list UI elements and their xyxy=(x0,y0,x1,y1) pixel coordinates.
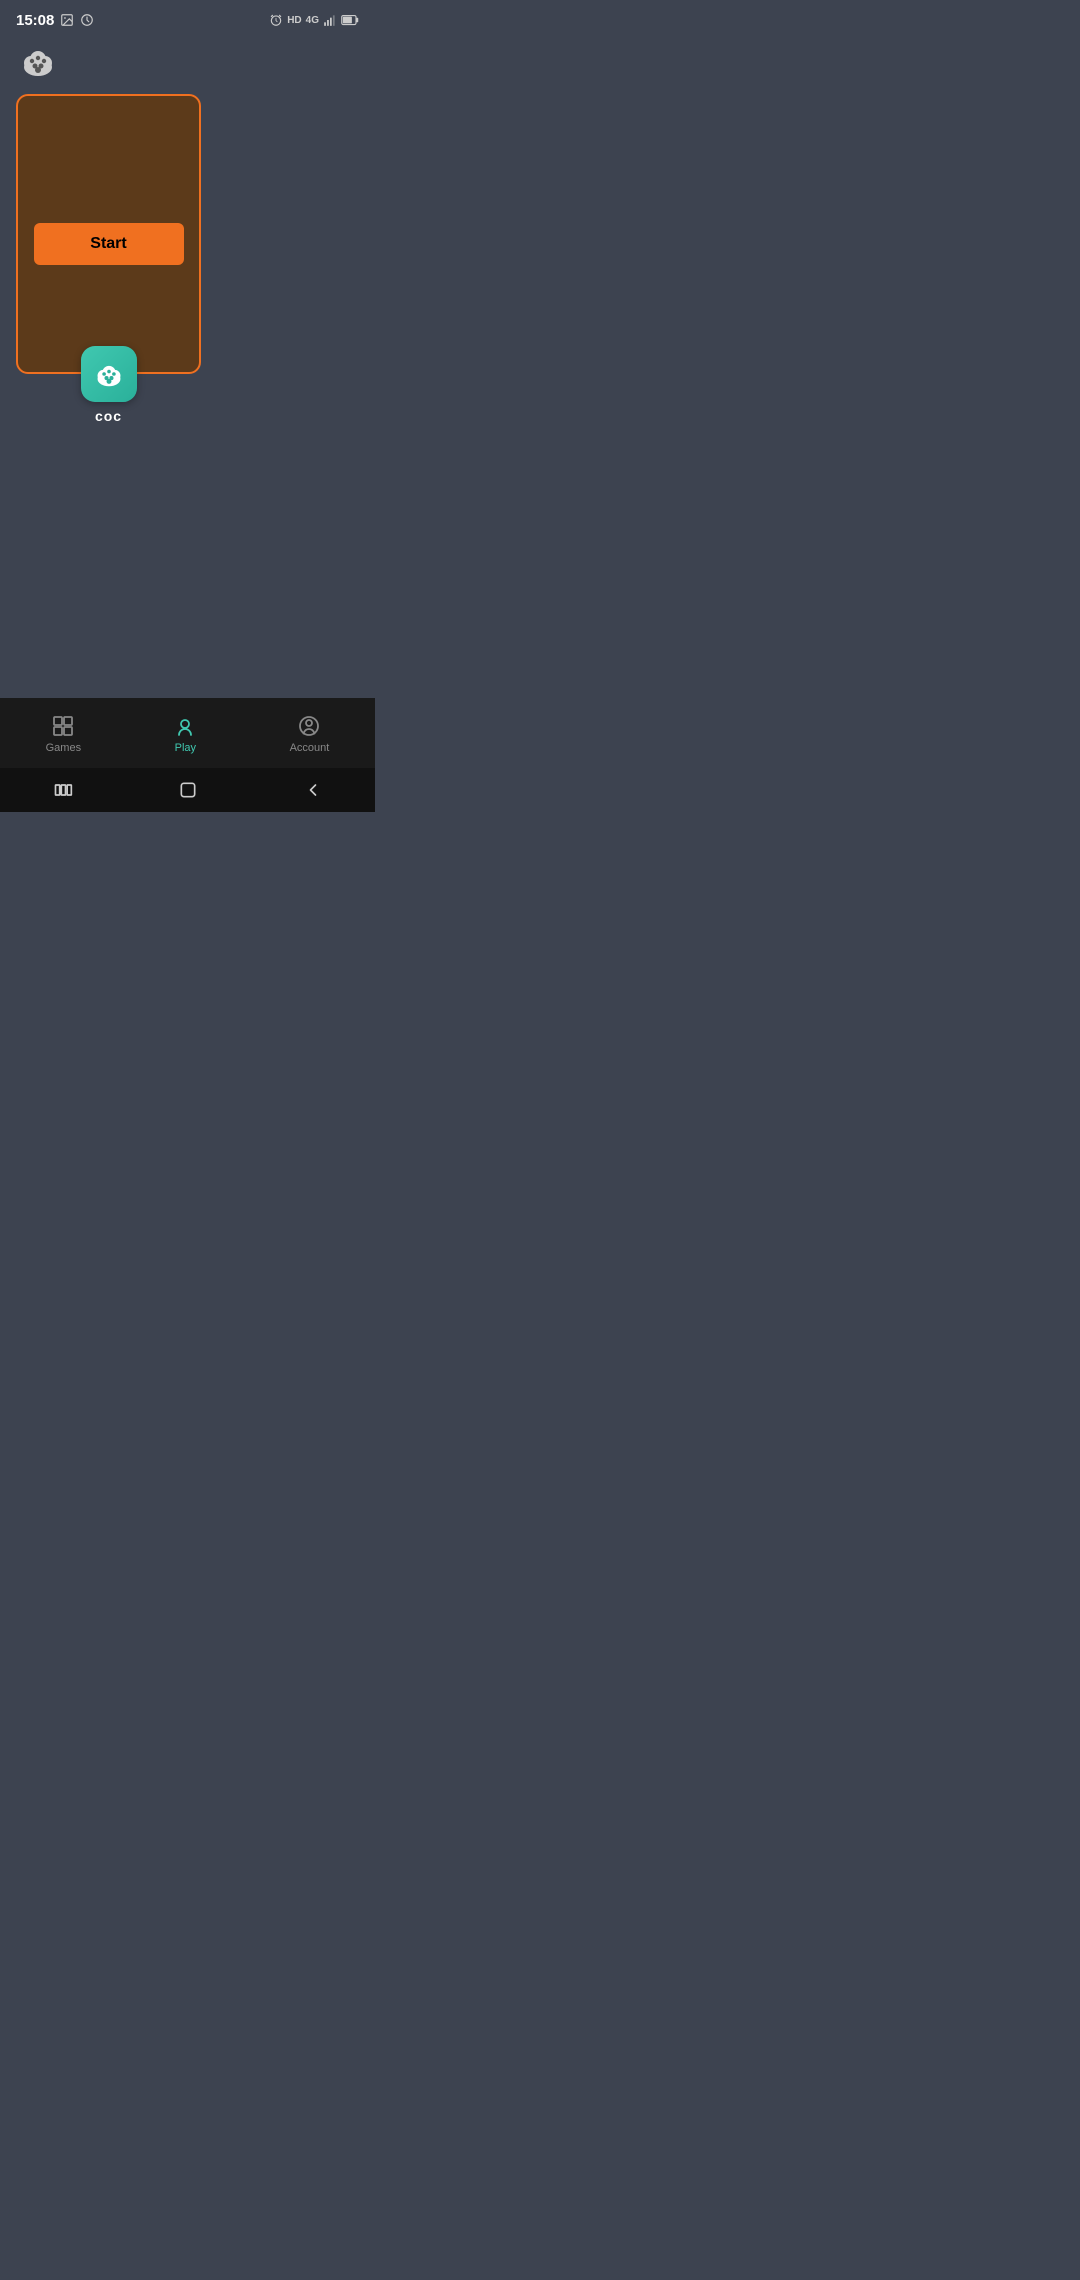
status-left: 15:08 xyxy=(16,12,94,29)
games-label: Games xyxy=(46,742,81,754)
battery-icon xyxy=(341,14,359,26)
app-logo-area xyxy=(0,36,375,86)
main-content: Start coc xyxy=(0,86,375,698)
4g-badge: 4G xyxy=(306,15,319,26)
play-icon xyxy=(172,713,198,739)
android-nav xyxy=(0,768,375,812)
recents-button[interactable] xyxy=(43,774,83,806)
nav-item-play[interactable]: Play xyxy=(156,707,214,760)
play-label: Play xyxy=(175,742,196,754)
game-card: Start xyxy=(16,94,201,374)
history-icon xyxy=(80,13,94,27)
account-label: Account xyxy=(290,742,330,754)
status-time: 15:08 xyxy=(16,12,54,29)
games-icon xyxy=(50,713,76,739)
game-card-container: Start coc xyxy=(16,94,201,424)
signal-icon xyxy=(323,13,337,27)
start-button[interactable]: Start xyxy=(34,223,184,265)
app-header-logo xyxy=(16,39,60,83)
status-bar: 15:08 HD 4G xyxy=(0,0,375,36)
image-icon xyxy=(60,13,74,27)
nav-item-account[interactable]: Account xyxy=(274,707,346,760)
account-icon xyxy=(296,713,322,739)
home-button[interactable] xyxy=(168,774,208,806)
alarm-icon xyxy=(269,13,283,27)
app-name: coc xyxy=(95,408,122,424)
nav-item-games[interactable]: Games xyxy=(30,707,97,760)
status-right: HD 4G xyxy=(269,13,359,27)
app-icon xyxy=(81,346,137,402)
back-button[interactable] xyxy=(293,774,333,806)
bottom-nav: Games Play Account xyxy=(0,698,375,768)
hd-badge: HD xyxy=(287,15,301,26)
app-icon-wrapper: coc xyxy=(81,346,137,424)
